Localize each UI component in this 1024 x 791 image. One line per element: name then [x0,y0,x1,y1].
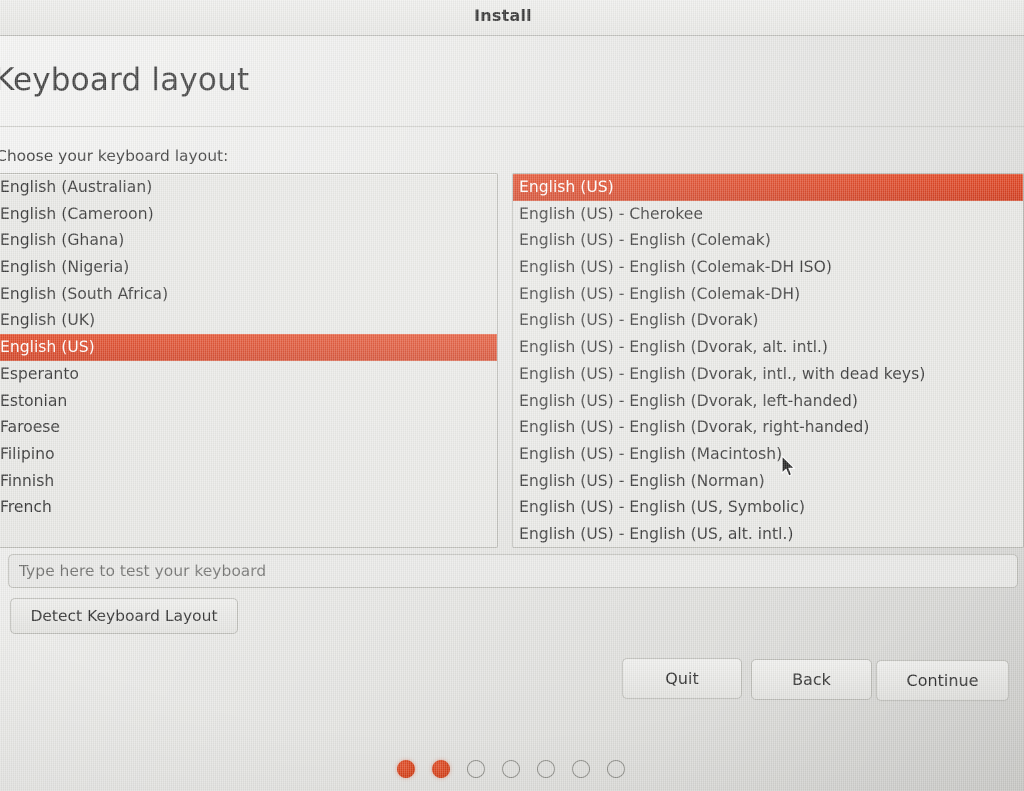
keyboard-variant-list-item[interactable]: English (US) - English (Dvorak) [513,307,1023,334]
progress-dot-5 [537,760,555,778]
keyboard-variant-list-item[interactable]: English (US) - English (Dvorak, left-han… [513,388,1023,415]
progress-dot-2 [432,760,450,778]
keyboard-layout-list-item[interactable]: Filipino [0,441,497,468]
page-title: Keyboard layout [0,62,250,98]
keyboard-test-input[interactable] [8,554,1018,588]
keyboard-layout-list-item[interactable]: English (US) [0,334,497,361]
keyboard-layout-list-item[interactable]: English (UK) [0,307,497,334]
keyboard-variant-list[interactable]: English (US) English (US) - Cherokee Engli… [512,173,1024,548]
keyboard-layout-list-item[interactable]: French [0,494,497,521]
keyboard-variant-list-item[interactable]: English (US) - Cherokee [513,201,1023,228]
keyboard-layout-list-item[interactable]: English (Cameroon) [0,201,497,228]
progress-dot-3 [467,760,485,778]
quit-button[interactable]: Quit [622,658,742,699]
progress-dot-7 [607,760,625,778]
progress-step-indicator [0,760,1023,778]
window-title: Install [474,6,532,25]
instruction-label: Choose your keyboard layout: [0,147,229,165]
keyboard-variant-list-item[interactable]: English (US) - English (Colemak-DH) [513,281,1023,308]
window-titlebar: Install [0,0,1024,36]
progress-dot-1 [397,760,415,778]
keyboard-layout-list-item[interactable]: Estonian [0,388,497,415]
keyboard-variant-list-item[interactable]: English (US) - English (Dvorak, intl., w… [513,361,1023,388]
keyboard-layout-list-item[interactable]: English (South Africa) [0,281,497,308]
keyboard-variant-list-item[interactable]: English (US) - English (Macintosh) [513,441,1023,468]
keyboard-variant-list-item[interactable]: English (US) - English (Colemak-DH ISO) [513,254,1023,281]
keyboard-layout-list-item[interactable]: Esperanto [0,361,497,388]
progress-dot-6 [572,760,590,778]
continue-button[interactable]: Continue [876,660,1009,701]
installer-screen: Install Keyboard layout Choose your keyb… [0,0,1024,791]
keyboard-variant-list-item[interactable]: English (US) - English (US, alt. intl.) [513,521,1023,547]
keyboard-variant-list-item[interactable]: English (US) [513,174,1023,201]
heading-divider [0,126,1024,127]
progress-dot-4 [502,760,520,778]
keyboard-layout-list-item[interactable]: English (Nigeria) [0,254,497,281]
keyboard-variant-list-item[interactable]: English (US) - English (Dvorak, alt. int… [513,334,1023,361]
keyboard-variant-list-item[interactable]: English (US) - English (Dvorak, right-ha… [513,414,1023,441]
keyboard-variant-list-item[interactable]: English (US) - English (US, Symbolic) [513,494,1023,521]
keyboard-layout-list-item[interactable]: English (Australian) [0,174,497,201]
keyboard-layout-list-item[interactable]: English (Ghana) [0,227,497,254]
detect-keyboard-layout-button[interactable]: Detect Keyboard Layout [10,598,238,634]
keyboard-variant-list-item[interactable]: English (US) - English (Norman) [513,468,1023,495]
keyboard-layout-list[interactable]: English (Australian) English (Cameroon) En… [0,173,498,548]
keyboard-layout-list-item[interactable]: Finnish [0,468,497,495]
keyboard-layout-list-item[interactable]: Faroese [0,414,497,441]
keyboard-variant-list-item[interactable]: English (US) - English (Colemak) [513,227,1023,254]
back-button[interactable]: Back [751,659,872,700]
